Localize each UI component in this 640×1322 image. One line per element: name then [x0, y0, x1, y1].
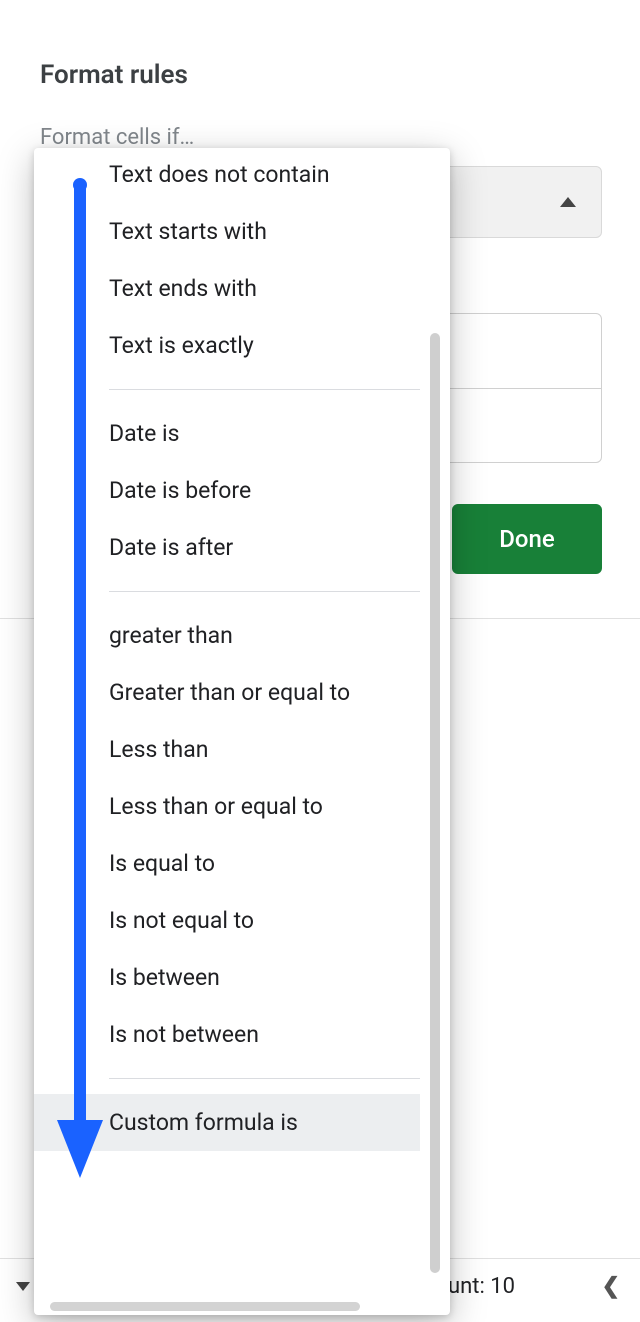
dropdown-list: Text does not containText starts withTex… — [34, 146, 420, 1295]
dropdown-item[interactable]: Is not between — [34, 1006, 420, 1063]
dropdown-item[interactable]: Less than or equal to — [34, 778, 420, 835]
done-label: Done — [499, 525, 555, 553]
format-cells-if-label: Format cells if… — [0, 90, 640, 150]
horizontal-scrollbar[interactable] — [50, 1302, 360, 1311]
dropdown-item[interactable]: Text ends with — [34, 260, 420, 317]
done-button[interactable]: Done — [452, 504, 602, 574]
dropdown-item[interactable]: Date is after — [34, 519, 420, 576]
count-text: unt: 10 — [448, 1274, 515, 1299]
dropdown-item[interactable]: Greater than or equal to — [34, 664, 420, 721]
chevron-up-icon — [560, 197, 576, 207]
dropdown-item[interactable]: Less than — [34, 721, 420, 778]
dropdown-item[interactable]: Is not equal to — [34, 892, 420, 949]
dropdown-item[interactable]: Custom formula is — [34, 1094, 420, 1151]
section-title: Format rules — [0, 0, 640, 90]
dropdown-item[interactable]: greater than — [34, 607, 420, 664]
dropdown-divider — [109, 1078, 420, 1079]
dropdown-item[interactable]: Date is — [34, 405, 420, 462]
dropdown-item[interactable]: Text is exactly — [34, 317, 420, 374]
chevron-down-icon[interactable] — [16, 1282, 30, 1291]
dropdown-divider — [109, 389, 420, 390]
dropdown-item[interactable]: Is equal to — [34, 835, 420, 892]
vertical-scrollbar[interactable] — [430, 333, 440, 1273]
dropdown-divider — [109, 591, 420, 592]
dropdown-item[interactable]: Is between — [34, 949, 420, 1006]
chevron-left-icon[interactable]: ❮ — [602, 1274, 620, 1299]
dropdown-item[interactable]: Text does not contain — [34, 146, 420, 203]
condition-dropdown[interactable]: Text does not containText starts withTex… — [34, 148, 450, 1315]
dropdown-item[interactable]: Date is before — [34, 462, 420, 519]
dropdown-item[interactable]: Text starts with — [34, 203, 420, 260]
